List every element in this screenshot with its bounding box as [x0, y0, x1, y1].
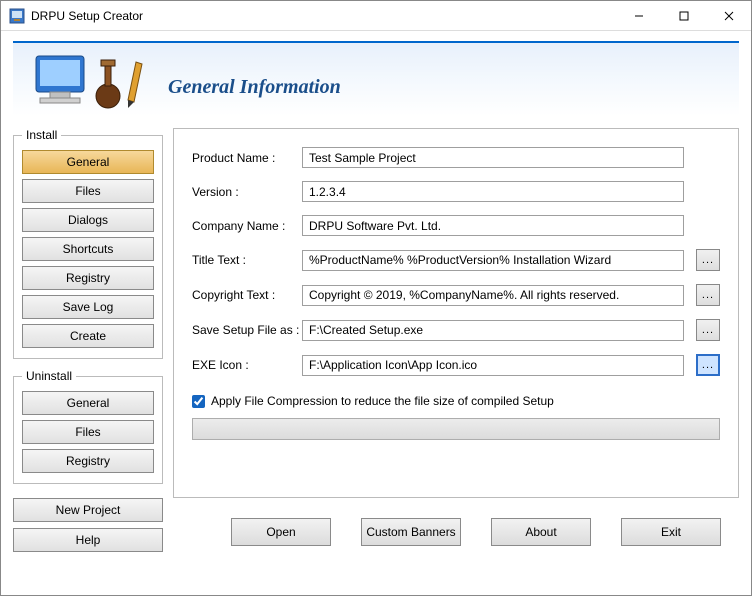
open-button[interactable]: Open: [231, 518, 331, 546]
install-shortcuts-button[interactable]: Shortcuts: [22, 237, 154, 261]
exit-button[interactable]: Exit: [621, 518, 721, 546]
about-button[interactable]: About: [491, 518, 591, 546]
banner: General Information: [13, 41, 739, 116]
company-name-label: Company Name :: [192, 219, 302, 233]
product-name-label: Product Name :: [192, 151, 302, 165]
footer-buttons: Open Custom Banners About Exit: [173, 508, 739, 546]
close-button[interactable]: [706, 1, 751, 31]
uninstall-files-button[interactable]: Files: [22, 420, 154, 444]
uninstall-general-button[interactable]: General: [22, 391, 154, 415]
progress-bar: [192, 418, 720, 440]
title-text-label: Title Text :: [192, 253, 302, 267]
form-fieldset: Product Name : Version : Company Name :: [173, 128, 739, 498]
product-name-input[interactable]: [302, 147, 684, 168]
uninstall-legend: Uninstall: [22, 369, 76, 383]
compress-label: Apply File Compression to reduce the fil…: [211, 394, 554, 408]
save-file-row: Save Setup File as : ...: [192, 319, 720, 341]
content-area: General Information Install General File…: [1, 31, 751, 595]
install-registry-button[interactable]: Registry: [22, 266, 154, 290]
exe-icon-input[interactable]: [302, 355, 684, 376]
copyright-input[interactable]: [302, 285, 684, 306]
compress-checkbox[interactable]: [192, 395, 205, 408]
install-legend: Install: [22, 128, 61, 142]
compress-row: Apply File Compression to reduce the fil…: [192, 394, 720, 408]
form-area: Product Name : Version : Company Name :: [173, 128, 739, 583]
help-button[interactable]: Help: [13, 528, 163, 552]
new-project-button[interactable]: New Project: [13, 498, 163, 522]
save-file-browse-button[interactable]: ...: [696, 319, 720, 341]
title-text-browse-button[interactable]: ...: [696, 249, 720, 271]
custom-banners-button[interactable]: Custom Banners: [361, 518, 461, 546]
window-title: DRPU Setup Creator: [31, 9, 616, 23]
main-area: Install General Files Dialogs Shortcuts …: [13, 128, 739, 583]
exe-icon-row: EXE Icon : ...: [192, 354, 720, 376]
maximize-button[interactable]: [661, 1, 706, 31]
page-heading: General Information: [168, 76, 341, 99]
version-input[interactable]: [302, 181, 684, 202]
copyright-browse-button[interactable]: ...: [696, 284, 720, 306]
copyright-label: Copyright Text :: [192, 288, 302, 302]
install-files-button[interactable]: Files: [22, 179, 154, 203]
title-text-input[interactable]: [302, 250, 684, 271]
company-name-row: Company Name :: [192, 215, 720, 236]
product-name-row: Product Name :: [192, 147, 720, 168]
app-icon: [9, 8, 25, 24]
uninstall-group: Uninstall General Files Registry: [13, 369, 163, 484]
titlebar: DRPU Setup Creator: [1, 1, 751, 31]
install-create-button[interactable]: Create: [22, 324, 154, 348]
install-savelog-button[interactable]: Save Log: [22, 295, 154, 319]
save-file-input[interactable]: [302, 320, 684, 341]
company-name-input[interactable]: [302, 215, 684, 236]
copyright-row: Copyright Text : ...: [192, 284, 720, 306]
exe-icon-browse-button[interactable]: ...: [696, 354, 720, 376]
banner-logo: [28, 50, 148, 110]
install-general-button[interactable]: General: [22, 150, 154, 174]
uninstall-registry-button[interactable]: Registry: [22, 449, 154, 473]
install-dialogs-button[interactable]: Dialogs: [22, 208, 154, 232]
bottom-buttons: New Project Help: [13, 498, 163, 558]
exe-icon-label: EXE Icon :: [192, 358, 302, 372]
sidebar: Install General Files Dialogs Shortcuts …: [13, 128, 163, 583]
save-file-label: Save Setup File as :: [192, 323, 302, 337]
version-row: Version :: [192, 181, 720, 202]
title-text-row: Title Text : ...: [192, 249, 720, 271]
install-group: Install General Files Dialogs Shortcuts …: [13, 128, 163, 359]
minimize-button[interactable]: [616, 1, 661, 31]
app-window: DRPU Setup Creator General Informat: [0, 0, 752, 596]
version-label: Version :: [192, 185, 302, 199]
